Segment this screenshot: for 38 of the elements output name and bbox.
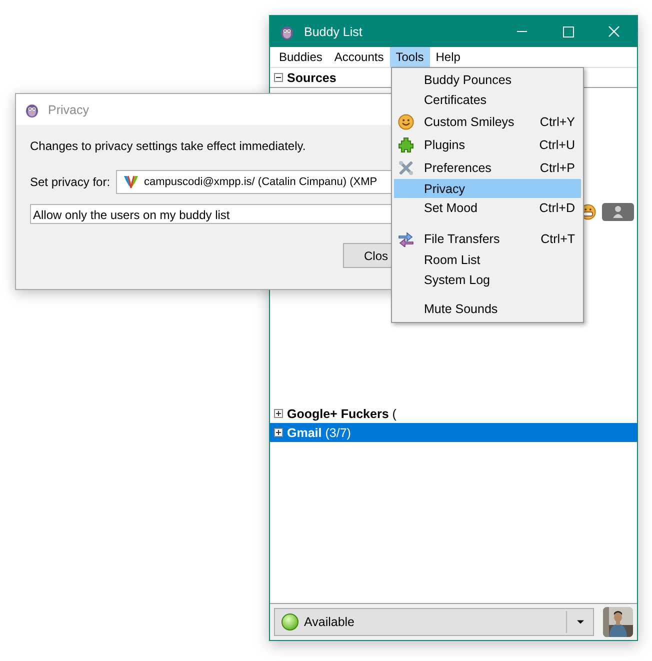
status-dot-icon bbox=[281, 613, 299, 631]
shortcut-text: Ctrl+P bbox=[540, 160, 575, 174]
menu-item[interactable]: Certificates bbox=[394, 90, 581, 110]
group-name: Gmail (3/7) bbox=[287, 426, 351, 440]
status-dropdown[interactable]: Available bbox=[274, 608, 594, 636]
caret-icon bbox=[576, 620, 584, 624]
group-name: Google+ Fuckers ( bbox=[287, 406, 396, 420]
shortcut-text: Ctrl+U bbox=[539, 138, 575, 152]
smiley-icon bbox=[398, 114, 414, 130]
user-badge-icon bbox=[602, 203, 634, 221]
shortcut-text: Ctrl+Y bbox=[540, 114, 575, 128]
window-title: Privacy bbox=[48, 102, 89, 116]
message-text: Changes to privacy settings take effect immediately. bbox=[30, 138, 306, 154]
field-label: Set privacy for: bbox=[30, 175, 110, 189]
shortcut-text: Ctrl+T bbox=[540, 232, 575, 246]
group-row[interactable]: Gmail (3/7) bbox=[270, 423, 637, 442]
xmpp-icon bbox=[123, 174, 140, 190]
menu-item[interactable]: Tools bbox=[390, 47, 430, 67]
menu-item[interactable]: Accounts bbox=[328, 47, 390, 67]
menu-item[interactable]: Mute Sounds bbox=[394, 299, 581, 319]
menu-item[interactable]: Help bbox=[430, 47, 466, 67]
window-title: Buddy List bbox=[304, 24, 362, 38]
expand-icon[interactable] bbox=[274, 428, 283, 437]
menu-item[interactable]: System Log bbox=[394, 270, 581, 290]
menu-item[interactable]: Plugins Ctrl+U bbox=[394, 133, 581, 156]
tools-icon bbox=[398, 160, 414, 176]
expand-icon[interactable] bbox=[274, 409, 283, 418]
bird-icon bbox=[279, 24, 295, 40]
menu-item[interactable]: Privacy bbox=[394, 179, 581, 198]
puzzle-icon bbox=[398, 136, 414, 152]
bird-icon bbox=[24, 102, 40, 118]
shortcut-text: Ctrl+D bbox=[539, 201, 575, 215]
transfer-icon bbox=[398, 230, 414, 246]
group-name: Sources bbox=[287, 70, 336, 84]
collapse-icon[interactable] bbox=[274, 73, 283, 82]
menu-item[interactable]: Buddies bbox=[273, 47, 328, 67]
menu-item[interactable]: Custom Smileys Ctrl+Y bbox=[394, 110, 581, 133]
menu-item[interactable]: Buddy Pounces bbox=[394, 70, 581, 90]
